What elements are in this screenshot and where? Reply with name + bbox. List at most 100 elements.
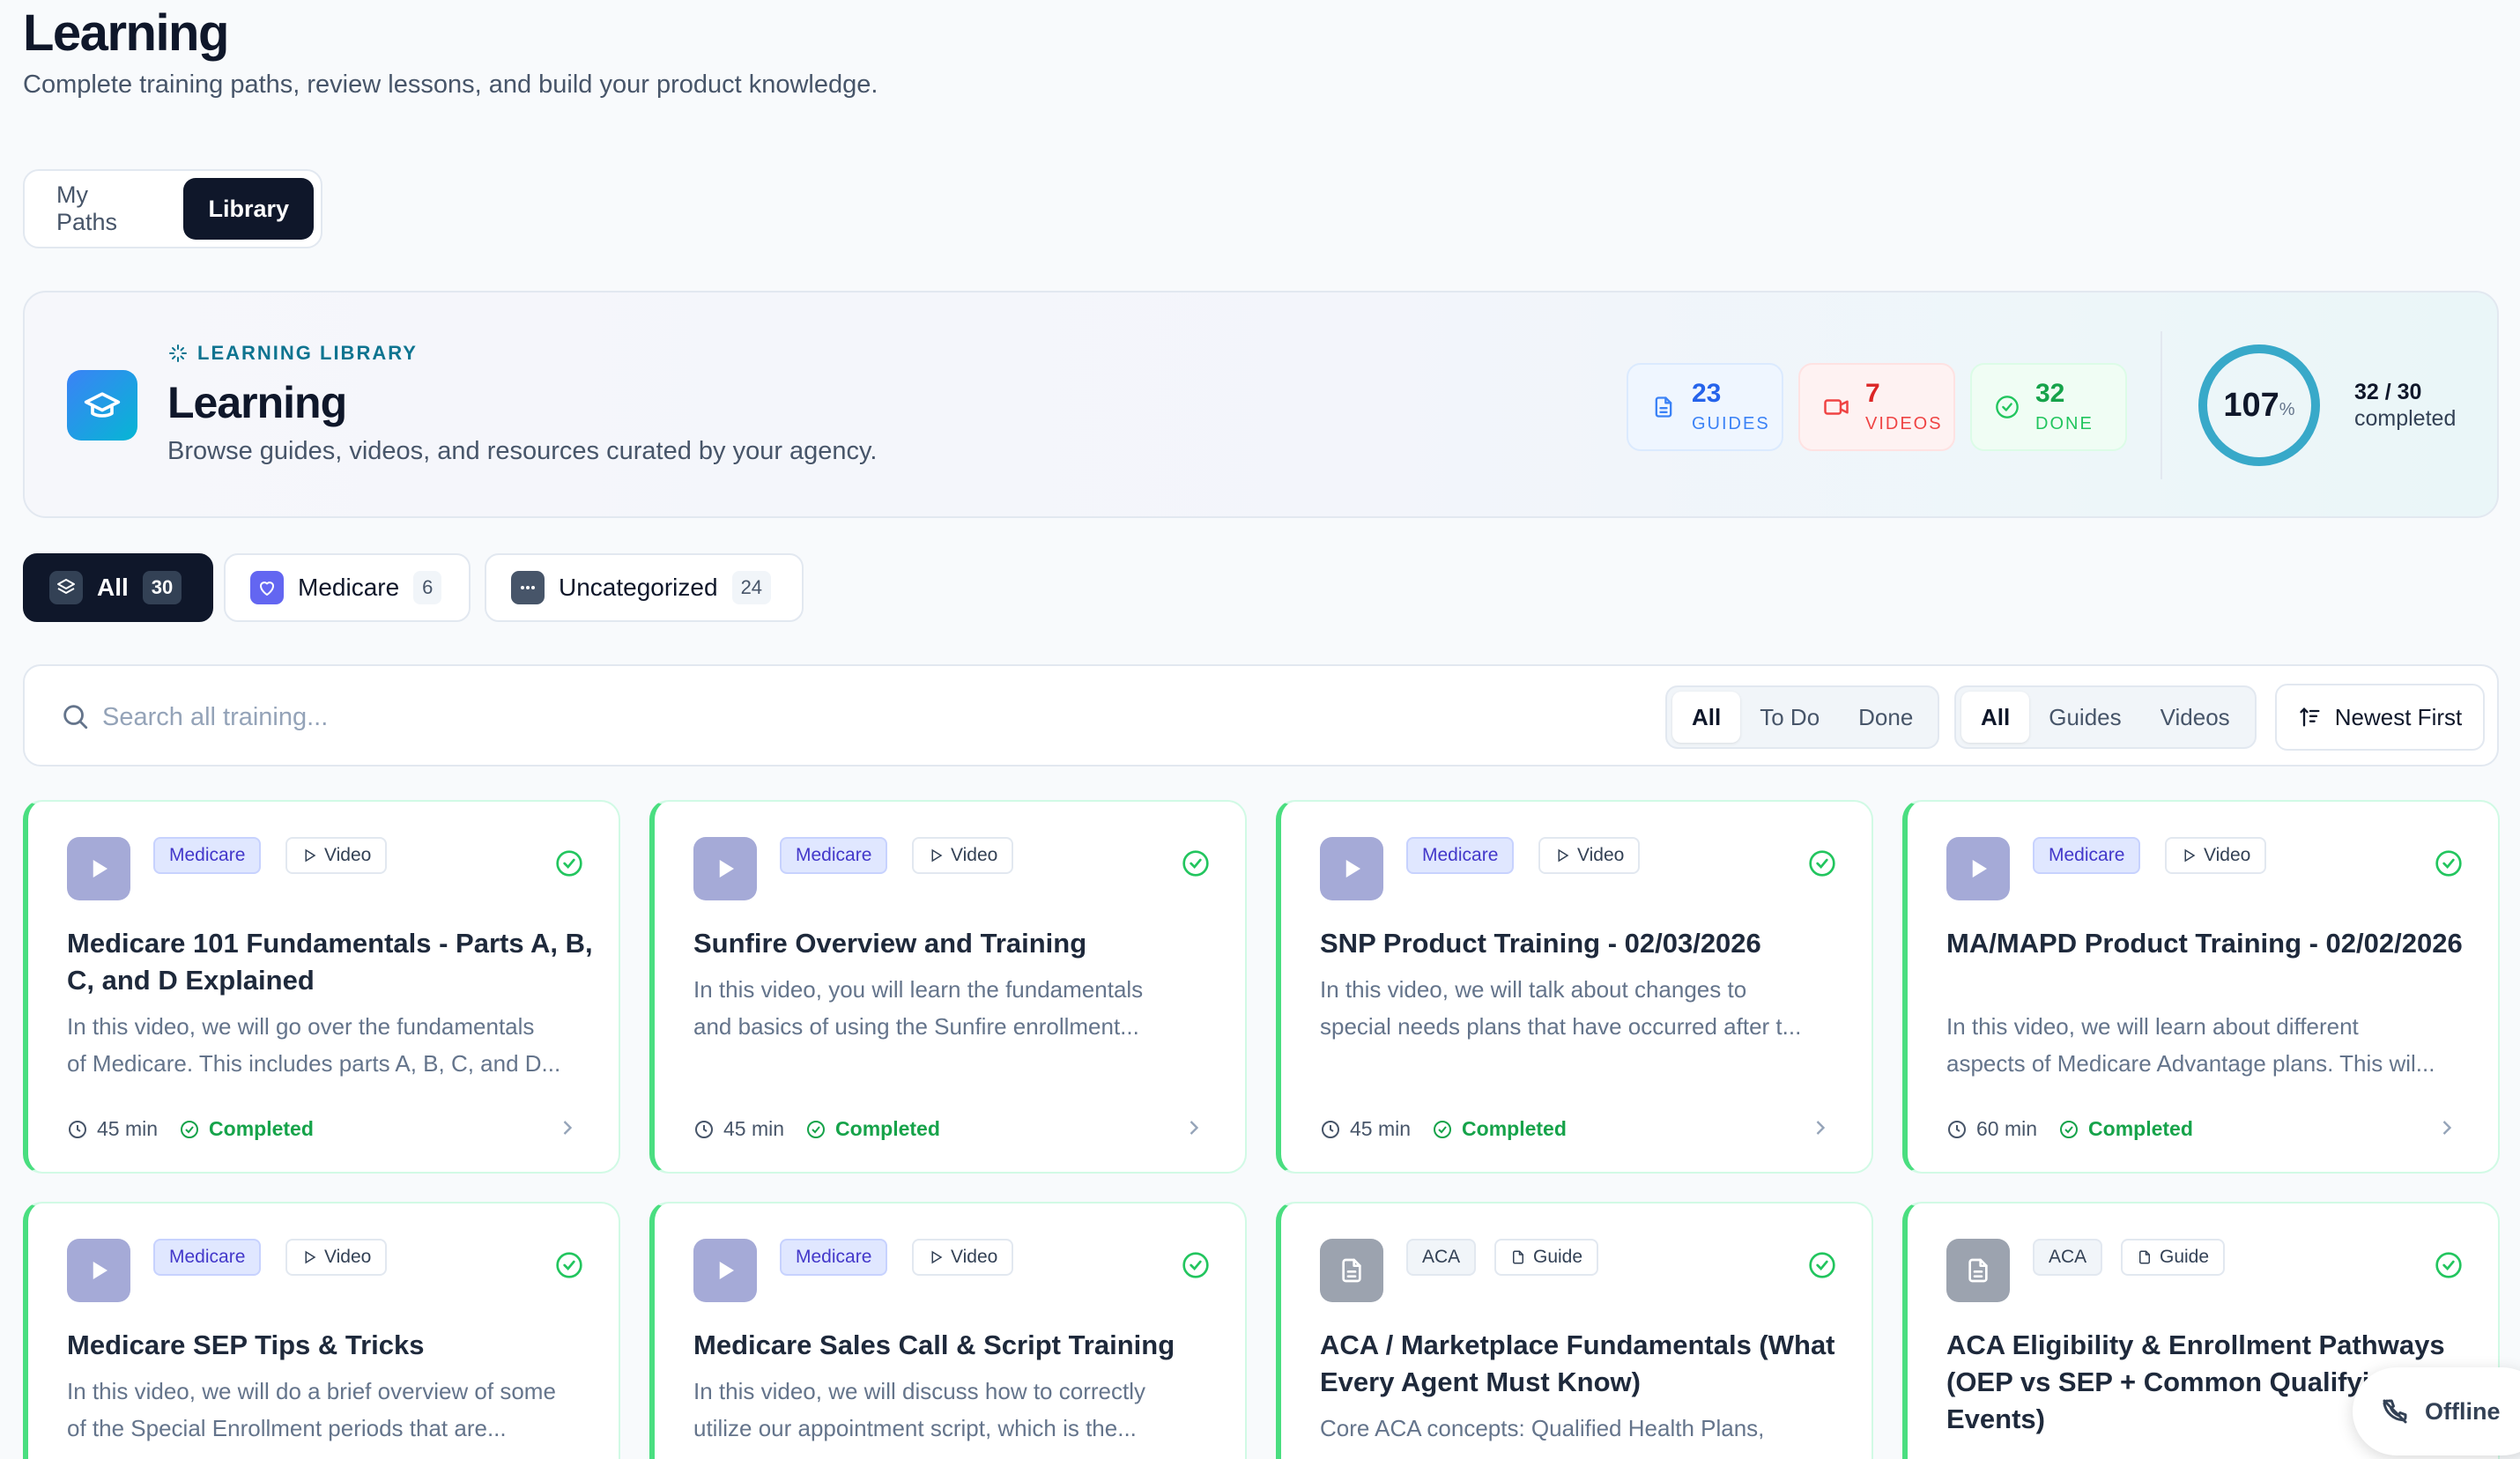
category-chip-uncategorized[interactable]: Uncategorized 24: [485, 553, 804, 622]
phone-off-icon: [2383, 1399, 2407, 1424]
type-badge-label: Video: [951, 1247, 998, 1267]
course-title: Sunfire Overview and Training: [693, 928, 1087, 959]
completed-check-icon: [1809, 850, 1835, 877]
tab-my-paths[interactable]: My Paths: [32, 178, 180, 240]
completed-check-icon: [556, 1252, 582, 1278]
completed-check-icon: [2435, 1252, 2462, 1278]
view-tabs: My Paths Library: [23, 169, 322, 248]
clock-icon: [1322, 1120, 1339, 1138]
type-badge-label: Video: [2204, 845, 2251, 865]
course-description-2: and basics of using the Sunfire enrollme…: [693, 1013, 1139, 1040]
completed-check-icon: [1809, 1252, 1835, 1278]
course-description-2: special needs plans that have occurred a…: [1320, 1013, 1802, 1040]
course-footer: 45 min Completed: [1320, 1117, 1567, 1141]
stat-videos-value: 7: [1865, 378, 1880, 408]
play-icon: [1946, 837, 2010, 900]
type-badge-label: Video: [324, 1247, 372, 1267]
stat-done: 32 DONE: [1970, 363, 2127, 451]
type-badge: Video: [2165, 837, 2267, 874]
offline-indicator[interactable]: Offline: [2353, 1367, 2520, 1455]
course-status-label: Completed: [209, 1117, 314, 1140]
course-title: Medicare 101 Fundamentals - Parts A, B, …: [67, 928, 593, 996]
chevron-right-icon: [1190, 1121, 1199, 1135]
course-status: Completed: [2058, 1117, 2193, 1141]
status-filter-group: All To Do Done: [1665, 685, 1940, 749]
offline-label: Offline: [2425, 1397, 2501, 1425]
check-circle-icon: [1996, 396, 2019, 418]
completed-check-icon: [1182, 850, 1209, 877]
completed-check-icon: [556, 850, 582, 877]
document-icon: [1655, 396, 1672, 418]
course-title: SNP Product Training - 02/03/2026: [1320, 928, 1761, 959]
type-filter-guides[interactable]: Guides: [2029, 692, 2140, 743]
course-duration-value: 60 min: [1976, 1117, 2038, 1140]
chevron-right-icon: [2442, 1121, 2452, 1135]
hero-description: Browse guides, videos, and resources cur…: [167, 437, 878, 465]
play-outline-icon: [1558, 848, 1569, 863]
stat-done-value: 32: [2035, 378, 2065, 408]
course-description-2: of the Special Enrollment periods that a…: [67, 1415, 507, 1441]
more-icon: [511, 571, 545, 604]
category-chip-count: 6: [413, 571, 442, 604]
stat-videos-label: VIDEOS: [1865, 413, 1943, 433]
course-card[interactable]: Medicare Video MA/MAPD Product Training …: [1902, 800, 2500, 1174]
category-chip-all[interactable]: All 30: [23, 553, 213, 622]
course-status-label: Completed: [2088, 1117, 2193, 1140]
page-subtitle: Complete training paths, review lessons,…: [23, 70, 878, 99]
course-description: In this video, you will learn the fundam…: [693, 976, 1144, 1003]
status-filter-todo[interactable]: To Do: [1740, 692, 1839, 743]
type-badge: Guide: [2121, 1239, 2226, 1276]
course-description-2: of Medicare. This includes parts A, B, C…: [67, 1050, 561, 1077]
type-badge-label: Guide: [1533, 1247, 1583, 1267]
type-badge-label: Video: [951, 845, 998, 865]
course-status-label: Completed: [835, 1117, 940, 1140]
video-camera-icon: [1824, 399, 1849, 415]
completed-check-icon: [1182, 1252, 1209, 1278]
course-title: ACA / Marketplace Fundamentals (What Eve…: [1320, 1329, 1835, 1397]
course-duration-value: 45 min: [1350, 1117, 1412, 1140]
play-icon: [693, 837, 757, 900]
check-circle-icon: [1434, 1120, 1452, 1138]
stat-done-label: DONE: [2035, 413, 2094, 433]
completed-check-icon: [2435, 850, 2462, 877]
stat-guides: 23 GUIDES: [1627, 363, 1783, 451]
type-filter-videos[interactable]: Videos: [2141, 692, 2249, 743]
status-filter-done[interactable]: Done: [1839, 692, 1932, 743]
type-badge: Guide: [1494, 1239, 1599, 1276]
type-badge-label: Guide: [2160, 1247, 2210, 1267]
hero-divider: [2161, 331, 2162, 479]
clock-icon: [69, 1120, 86, 1138]
type-badge-label: Video: [1577, 845, 1625, 865]
type-badge: Video: [912, 1239, 1014, 1276]
course-card[interactable]: Medicare Video Sunfire Overview and Trai…: [649, 800, 1247, 1174]
category-chip-medicare[interactable]: Medicare 6: [224, 553, 471, 622]
play-icon: [67, 1239, 130, 1302]
course-card[interactable]: Medicare Video Medicare Sales Call & Scr…: [649, 1202, 1247, 1459]
course-card[interactable]: Medicare Video Medicare 101 Fundamentals…: [23, 800, 620, 1174]
course-status: Completed: [1432, 1117, 1567, 1141]
course-duration: 45 min: [693, 1117, 784, 1141]
stat-guides-label: GUIDES: [1692, 413, 1770, 433]
tab-library[interactable]: Library: [183, 178, 314, 240]
progress-fraction: 32 / 30: [2354, 380, 2422, 404]
category-chip-count: 30: [142, 571, 182, 604]
course-duration: 60 min: [1946, 1117, 2037, 1141]
course-card[interactable]: Medicare Video Medicare SEP Tips & Trick…: [23, 1202, 620, 1459]
search-input[interactable]: [102, 691, 895, 744]
play-icon: [1320, 837, 1383, 900]
progress-percent: 107%: [2196, 342, 2323, 469]
play-outline-icon: [305, 848, 316, 863]
category-chip-label: Medicare: [298, 574, 400, 601]
check-circle-icon: [2060, 1120, 2079, 1138]
course-description-2: utilize our appointment script, which is…: [693, 1415, 1137, 1441]
course-card[interactable]: ACA Guide ACA / Marketplace Fundamentals…: [1276, 1202, 1873, 1459]
course-status-label: Completed: [1462, 1117, 1567, 1140]
course-card[interactable]: Medicare Video SNP Product Training - 02…: [1276, 800, 1873, 1174]
type-filter-all[interactable]: All: [1961, 692, 2030, 743]
status-filter-all[interactable]: All: [1672, 692, 1741, 743]
course-title: MA/MAPD Product Training - 02/02/2026: [1946, 928, 2463, 959]
course-footer: 60 min Completed: [1946, 1117, 2193, 1141]
course-title: Medicare SEP Tips & Tricks: [67, 1329, 425, 1360]
category-badge: ACA: [2033, 1239, 2103, 1276]
sort-button[interactable]: Newest First: [2275, 684, 2485, 751]
